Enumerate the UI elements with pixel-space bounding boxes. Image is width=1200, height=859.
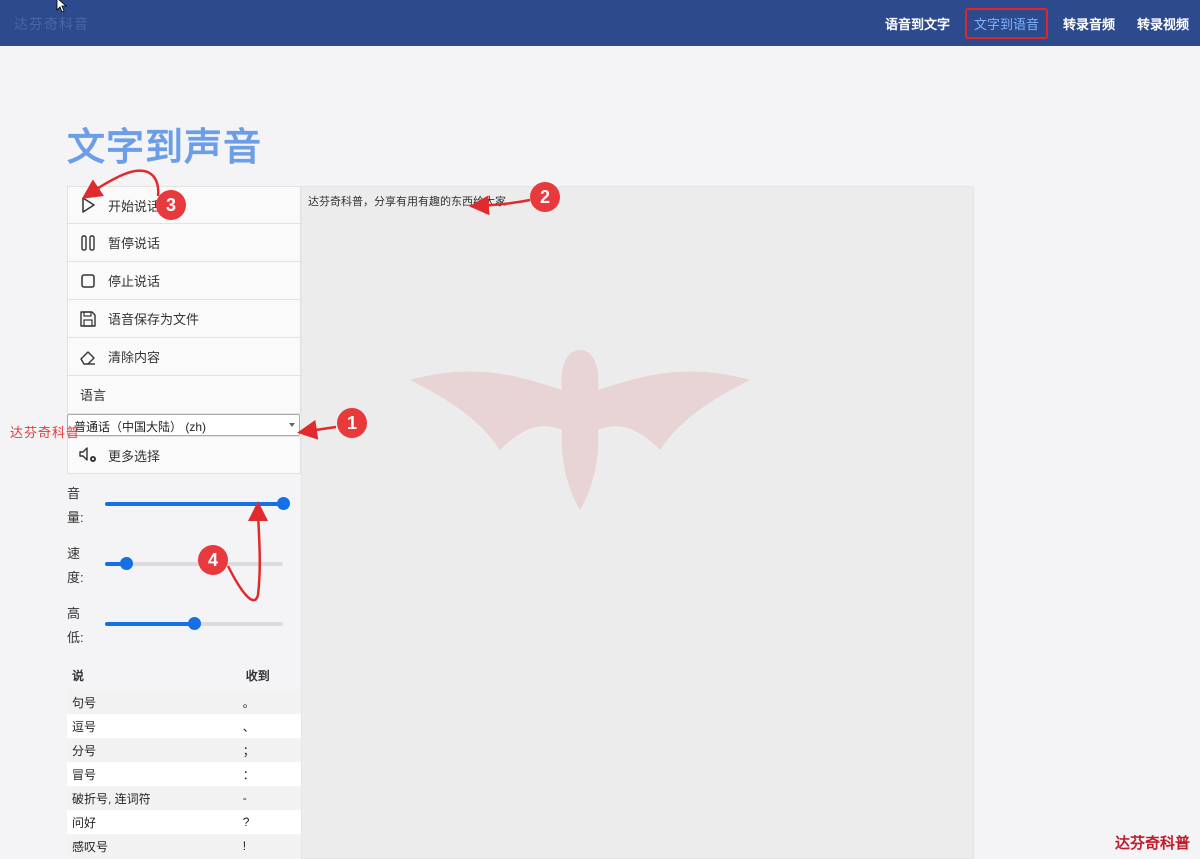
nav-text-to-speech[interactable]: 文字到语音 — [964, 7, 1048, 39]
eraser-icon — [78, 347, 98, 367]
corner-watermark: 达芬奇科普 — [1114, 834, 1190, 852]
rate-slider[interactable] — [105, 557, 283, 570]
more-options-button[interactable]: 更多选择 — [67, 436, 301, 474]
top-navbar: 达芬奇科音 语音到文字 文字到语音 转录音频 转录视频 — [0, 0, 1200, 46]
language-select[interactable]: 普通话（中国大陆） (zh) — [67, 414, 300, 436]
annotation-badge-4: 4 — [198, 545, 228, 575]
table-row: 句号。 — [67, 690, 301, 714]
pitch-label: 高 低: — [67, 606, 84, 645]
nav-speech-to-text[interactable]: 语音到文字 — [874, 14, 961, 33]
stop-speaking-button[interactable]: 停止说话 — [67, 262, 301, 300]
language-label: 语言 — [67, 376, 301, 414]
table-row: 破折号, 连词符 - — [67, 786, 301, 810]
pause-speaking-label: 暂停说话 — [108, 236, 161, 251]
volume-slider-thumb[interactable] — [277, 497, 290, 510]
rate-slider-row: 速 度: — [67, 542, 287, 590]
clear-content-label: 清除内容 — [108, 350, 161, 365]
pitch-slider-row: 高 低: — [67, 602, 287, 650]
volume-label: 音 量: — [67, 486, 84, 525]
text-input-area[interactable]: 达芬奇科普，分享有用有趣的东西给大家 — [301, 186, 974, 859]
stop-speaking-label: 停止说话 — [108, 274, 161, 289]
chevron-down-icon — [289, 423, 295, 427]
start-speaking-label: 开始说话 — [108, 198, 161, 214]
text-input-content: 达芬奇科普，分享有用有趣的东西给大家 — [308, 196, 506, 208]
control-panel: 开始说话 暂停说话 停止说话 语音保存为文件 清除内容 语言 普通话（中国大陆）… — [67, 186, 301, 474]
table-row: 分号； — [67, 738, 301, 762]
annotation-badge-1: 1 — [337, 408, 367, 438]
stop-icon — [78, 271, 98, 291]
save-audio-label: 语音保存为文件 — [108, 312, 200, 327]
rate-slider-thumb[interactable] — [120, 557, 134, 570]
play-icon — [78, 195, 98, 215]
language-selected-value: 普通话（中国大陆） (zh) — [74, 420, 207, 434]
pause-icon — [78, 233, 98, 253]
table-row: 感叹号! — [67, 834, 301, 858]
table-row: 问好? — [67, 810, 301, 834]
save-disk-icon — [78, 309, 98, 329]
nav-transcribe-video[interactable]: 转录视频 — [1126, 14, 1200, 33]
pitch-slider-thumb[interactable] — [188, 617, 201, 630]
clear-content-button[interactable]: 清除内容 — [67, 338, 301, 376]
volume-slider-row: 音 量: — [67, 482, 290, 530]
table-row: 逗号、 — [67, 714, 301, 738]
punctuation-table: 说 收到 句号。 逗号、 分号； 冒号： 破折号, 连词符 - 问好? 感叹号! — [67, 660, 301, 858]
main-nav: 语音到文字 文字到语音 转录音频 转录视频 — [874, 0, 1200, 46]
save-audio-button[interactable]: 语音保存为文件 — [67, 300, 301, 338]
rate-label: 速 度: — [67, 546, 84, 585]
table-header-row: 说 收到 — [67, 660, 301, 690]
page-title: 文字到声音 — [67, 127, 263, 169]
pitch-slider[interactable] — [105, 617, 283, 630]
side-watermark: 达芬奇科普 — [10, 426, 81, 441]
brand-watermark: 达芬奇科音 — [14, 17, 89, 33]
header-say: 说 — [72, 668, 85, 683]
annotation-badge-3: 3 — [156, 190, 186, 220]
more-options-label: 更多选择 — [108, 448, 161, 464]
mouse-cursor-icon — [56, 0, 68, 12]
annotation-badge-2: 2 — [530, 182, 560, 212]
table-row: 冒号： — [67, 762, 301, 786]
speaker-settings-icon — [78, 445, 98, 465]
pause-speaking-button[interactable]: 暂停说话 — [67, 224, 301, 262]
nav-transcribe-audio[interactable]: 转录音频 — [1052, 14, 1126, 33]
volume-slider[interactable] — [105, 497, 290, 510]
header-receive: 收到 — [245, 668, 270, 683]
